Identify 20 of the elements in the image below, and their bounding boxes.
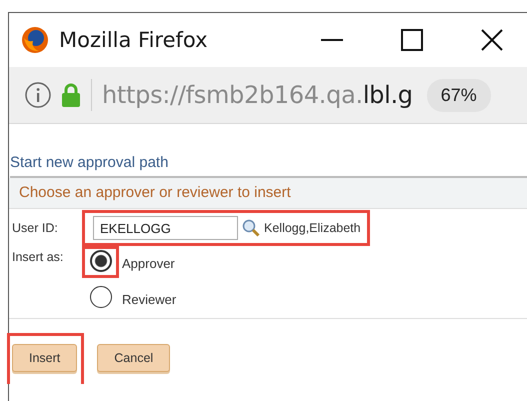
search-icon[interactable] bbox=[242, 219, 260, 237]
close-icon bbox=[481, 29, 503, 51]
field-label: Insert as: bbox=[11, 249, 64, 264]
field-label: User ID: bbox=[11, 221, 59, 235]
radio-button[interactable] bbox=[90, 286, 112, 308]
user-id-field[interactable]: EKELLOGG bbox=[93, 216, 238, 240]
maximize-icon bbox=[401, 29, 423, 51]
window-title: Mozilla Firefox bbox=[59, 28, 209, 52]
cancel-button[interactable]: Cancel bbox=[97, 344, 170, 372]
user-name: Kellogg,Elizabeth bbox=[264, 221, 361, 235]
minimize-icon bbox=[321, 39, 343, 41]
radio-label: Reviewer bbox=[122, 292, 176, 307]
zoom-level[interactable]: 67% bbox=[426, 78, 491, 112]
radio-label: Approver bbox=[122, 256, 175, 271]
insert-button[interactable]: Insert bbox=[12, 344, 78, 372]
radio-button[interactable] bbox=[90, 250, 112, 272]
section-title: Choose an approver or reviewer to insert bbox=[9, 178, 527, 209]
info-icon[interactable] bbox=[25, 82, 51, 108]
url-text[interactable]: https://fsmb2b164.qa.lbl.g bbox=[102, 81, 413, 109]
browser-logo-icon bbox=[21, 26, 49, 54]
